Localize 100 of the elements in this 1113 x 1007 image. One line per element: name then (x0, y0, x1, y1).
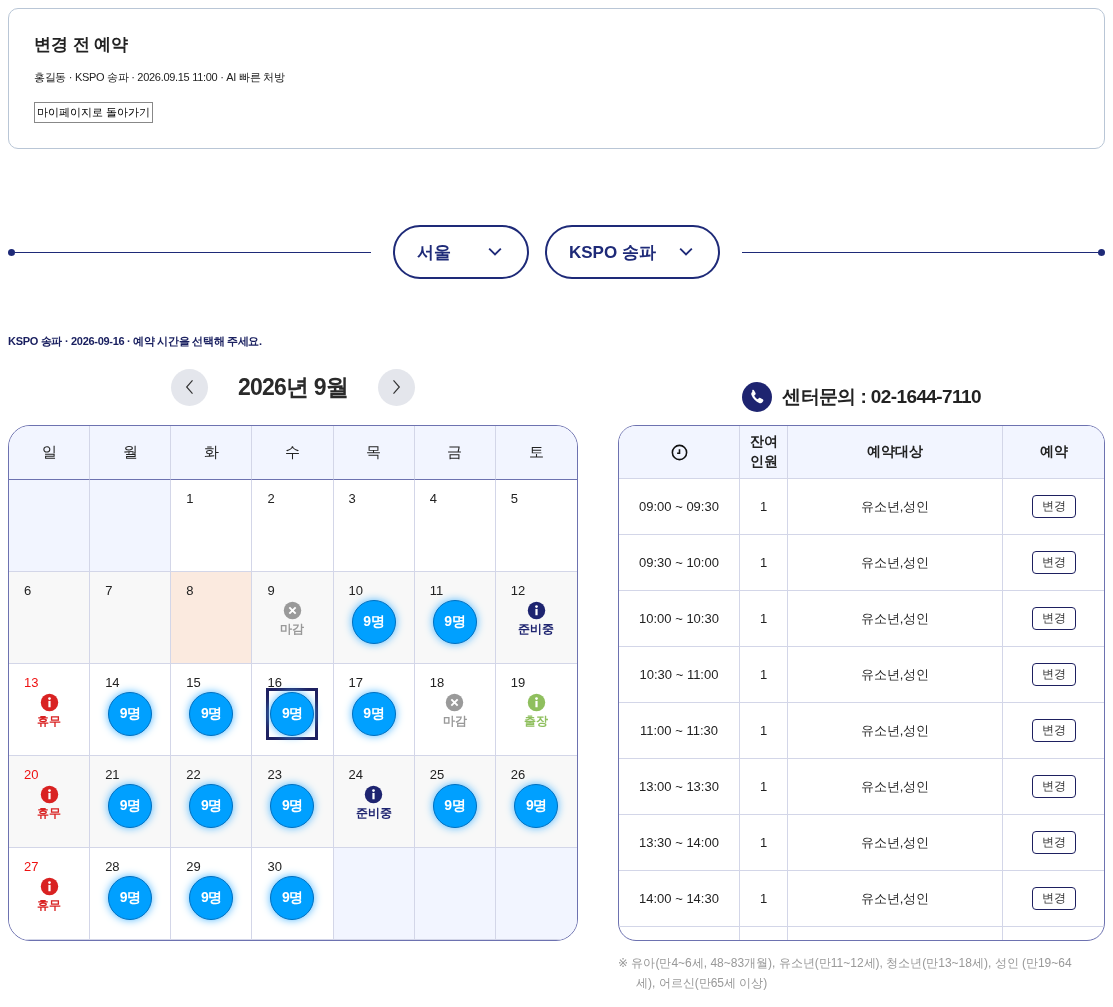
target-cell: 유소년,성인 (788, 703, 1003, 758)
clock-icon (669, 442, 689, 462)
weekday-header: 월 (90, 426, 172, 480)
day-number: 1 (186, 491, 194, 507)
phone-icon (742, 382, 773, 412)
next-month-button[interactable] (377, 368, 415, 406)
remaining-cell: 1 (740, 591, 788, 646)
weekday-header: 일 (9, 426, 91, 480)
time-cell: 13:00 ~ 13:30 (619, 759, 740, 814)
info-icon (364, 785, 384, 804)
day-number: 21 (105, 767, 120, 783)
weekday-header: 목 (333, 426, 415, 480)
weekday-header: 토 (495, 426, 577, 480)
availability-button[interactable]: 9명 (108, 692, 153, 736)
day-number: 22 (186, 767, 201, 783)
availability-button[interactable]: 9명 (270, 876, 315, 920)
info-icon (39, 785, 59, 804)
availability-button[interactable]: 9명 (432, 784, 477, 828)
status-label: 휴무 (37, 713, 62, 730)
day-number: 17 (348, 675, 364, 691)
change-button[interactable]: 변경 (1031, 663, 1076, 686)
day-number: 14 (105, 675, 120, 691)
info-icon (39, 693, 59, 712)
availability-button[interactable]: 9명 (270, 784, 315, 828)
day-number: 15 (186, 675, 201, 691)
previous-month-button[interactable] (171, 368, 208, 406)
column-header: 예약대상 (788, 426, 1003, 478)
target-cell: 유소년,성인 (788, 871, 1003, 926)
remaining-cell: 1 (740, 871, 788, 926)
availability-button[interactable]: 9명 (351, 600, 396, 644)
status-label: 준비중 (355, 805, 392, 822)
remaining-cell: 1 (740, 703, 788, 758)
availability-button[interactable]: 9명 (189, 876, 234, 920)
info-icon (526, 693, 546, 712)
status-label: 출장 (524, 713, 549, 730)
availability-button[interactable]: 9명 (189, 692, 234, 736)
status-label: 휴무 (37, 805, 62, 822)
column-header: 예약 (1038, 442, 1069, 461)
availability-button[interactable]: 9명 (351, 692, 396, 736)
region-dropdown[interactable]: 서울 (393, 225, 529, 279)
region-dropdown[interactable]: KSPO 송파 (545, 225, 720, 279)
day-number: 2 (267, 491, 275, 507)
time-cell: 13:30 ~ 14:00 (619, 815, 740, 870)
availability-button[interactable]: 9명 (108, 784, 153, 828)
target-cell: 유소년,성인 (788, 815, 1003, 870)
day-number: 24 (348, 767, 364, 783)
target-cell: 유소년,성인 (788, 591, 1003, 646)
instruction-text: KSPO 송파 · 2026-09-16 · 예약 시간을 선택해 주세요. (8, 334, 263, 349)
day-number: 6 (24, 583, 32, 599)
availability-button[interactable]: 9명 (108, 876, 153, 920)
close-circle-icon (283, 601, 302, 620)
availability-button[interactable]: 9명 (270, 692, 315, 736)
availability-button[interactable]: 9명 (514, 784, 559, 828)
day-number: 8 (186, 583, 194, 599)
time-cell: 10:00 ~ 10:30 (619, 591, 740, 646)
status-label: 마감 (442, 713, 467, 730)
remaining-cell: 1 (740, 647, 788, 702)
age-note: ※ 유아(만4~6세, 48~83개월), 유소년(만11~12세), 청소년(만13~18세), 성인 (만19~64세), 어르신(만65세 이상) (618, 955, 1073, 993)
remaining-cell: 1 (740, 815, 788, 870)
close-circle-icon (445, 693, 465, 712)
day-number: 13 (24, 675, 39, 691)
day-number: 28 (105, 859, 120, 875)
change-button[interactable]: 변경 (1031, 775, 1076, 798)
change-button[interactable]: 변경 (1031, 551, 1076, 574)
weekday-header: 수 (252, 426, 334, 480)
column-header: 잔여 인원 (740, 426, 788, 478)
day-number: 18 (429, 675, 445, 691)
day-number: 9 (267, 583, 275, 599)
time-cell: 09:30 ~ 10:00 (619, 535, 740, 590)
time-cell: 09:00 ~ 09:30 (619, 479, 740, 534)
time-cell: 10:30 ~ 11:00 (619, 647, 740, 702)
target-cell: 유소년,성인 (788, 759, 1003, 814)
day-number: 25 (429, 767, 445, 783)
day-number: 20 (24, 767, 39, 783)
change-button[interactable]: 변경 (1031, 887, 1076, 910)
remaining-cell: 1 (740, 759, 788, 814)
booking-details: 홍길동 · KSPO 송파 · 2026.09.15 11:00 · AI 빠른 처방 (34, 70, 286, 85)
change-button[interactable]: 변경 (1031, 607, 1076, 630)
day-number: 19 (510, 675, 526, 691)
availability-button[interactable]: 9명 (432, 600, 477, 644)
day-number: 11 (429, 583, 444, 599)
availability-button[interactable]: 9명 (189, 784, 234, 828)
target-cell: 유소년,성인 (788, 535, 1003, 590)
contact-phone-text: 센터문의 : 02-1644-7110 (782, 385, 981, 409)
info-icon (39, 877, 59, 896)
day-number: 23 (267, 767, 282, 783)
remaining-cell: 1 (740, 535, 788, 590)
weekday-header: 금 (414, 426, 496, 480)
back-button[interactable]: 마이페이지로 돌아가기 (34, 102, 154, 123)
info-icon (526, 601, 546, 620)
time-cell: 14:00 ~ 14:30 (619, 871, 740, 926)
day-number: 3 (348, 491, 356, 507)
change-button[interactable]: 변경 (1031, 719, 1076, 742)
change-button[interactable]: 변경 (1031, 831, 1076, 854)
status-label: 준비중 (518, 621, 555, 638)
target-cell: 유소년,성인 (788, 479, 1003, 534)
time-cell: 11:00 ~ 11:30 (619, 703, 740, 758)
change-button[interactable]: 변경 (1031, 495, 1076, 518)
card-title: 변경 전 예약 (34, 34, 130, 56)
status-label: 마감 (280, 621, 305, 638)
